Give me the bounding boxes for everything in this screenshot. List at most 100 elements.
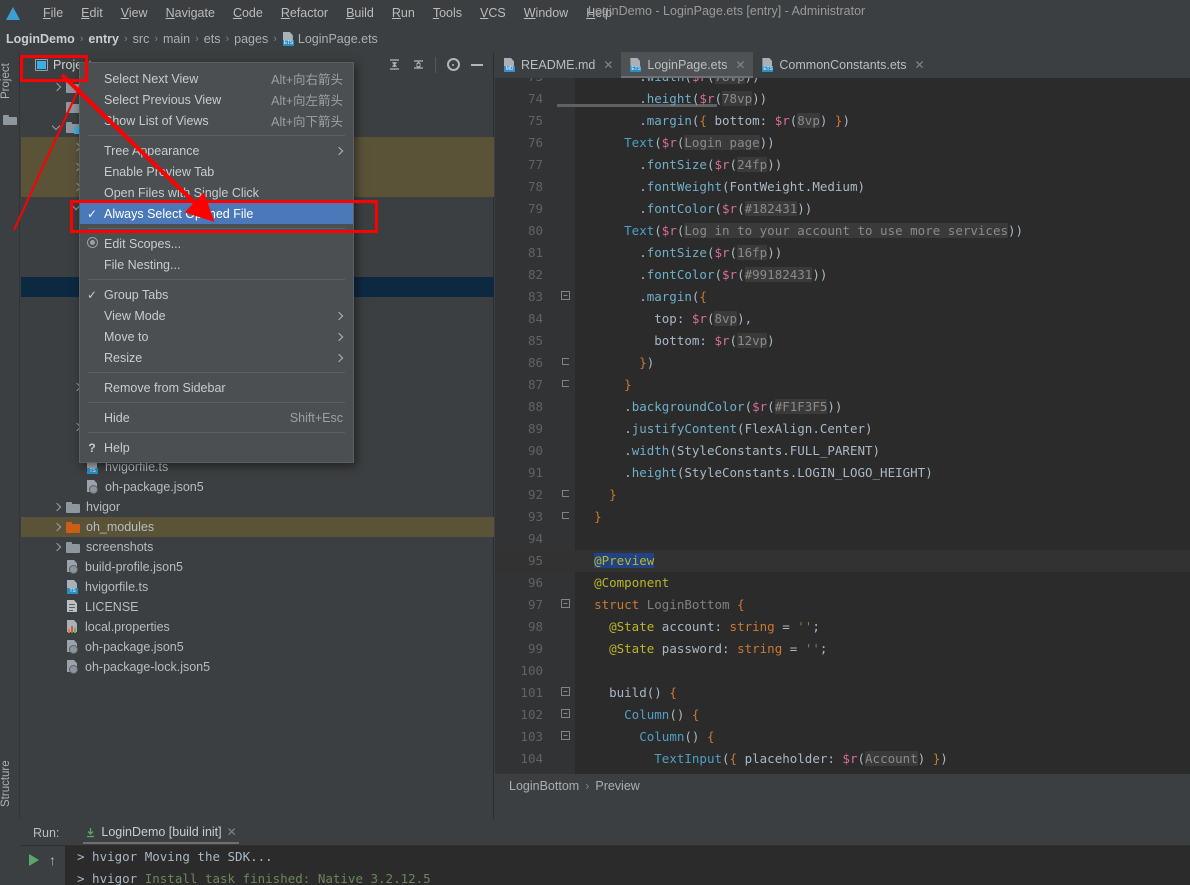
menu-item-open-files-with-single-click[interactable]: Open Files with Single Click	[80, 182, 353, 203]
tree-row[interactable]: LICENSE	[21, 597, 494, 617]
tree-row[interactable]: oh-package.json5	[21, 477, 494, 497]
code-line[interactable]: 78 .fontWeight(FontWeight.Medium)	[495, 176, 1190, 198]
editor-tab-commonconstants-ets[interactable]: ETS CommonConstants.ets ✕	[753, 52, 932, 78]
breadcrumb-item-src[interactable]: src	[133, 32, 150, 46]
code-line[interactable]: 96 @Component	[495, 572, 1190, 594]
code-line[interactable]: 97 struct LoginBottom {	[495, 594, 1190, 616]
menu-item-enable-preview-tab[interactable]: Enable Preview Tab	[80, 161, 353, 182]
project-options-context-menu[interactable]: Select Next View Alt+向右箭头 Select Previous …	[79, 62, 354, 463]
chevron-down-icon[interactable]	[51, 122, 62, 133]
menu-file[interactable]: File	[34, 4, 72, 22]
fold-collapse-icon[interactable]	[559, 726, 571, 748]
breadcrumb-item-ets[interactable]: ets	[204, 32, 221, 46]
menu-tools[interactable]: Tools	[424, 4, 471, 22]
editor-breadcrumb-loginbottom[interactable]: LoginBottom	[509, 779, 579, 793]
chevron-right-icon[interactable]	[51, 502, 62, 513]
menu-run[interactable]: Run	[383, 4, 424, 22]
menu-item-view-mode[interactable]: View Mode	[80, 305, 353, 326]
menu-item-select-previous-view[interactable]: Select Previous View Alt+向左箭头	[80, 89, 353, 110]
code-line[interactable]: 87 }	[495, 374, 1190, 396]
code-line[interactable]: 86 })	[495, 352, 1190, 374]
code-line[interactable]: 92 }	[495, 484, 1190, 506]
tree-row[interactable]: oh-package-lock.json5	[21, 657, 494, 677]
expand-all-icon[interactable]	[407, 54, 429, 76]
menu-item-help[interactable]: ? Help	[80, 437, 353, 458]
menu-window[interactable]: Window	[515, 4, 577, 22]
menu-item-group-tabs[interactable]: ✓ Group Tabs	[80, 284, 353, 305]
code-lines[interactable]: 73 .width($r(78vp))74 .height($r(78vp))7…	[495, 78, 1190, 774]
rerun-icon[interactable]	[29, 854, 39, 866]
code-line[interactable]: 89 .justifyContent(FlexAlign.Center)	[495, 418, 1190, 440]
code-line[interactable]: 88 .backgroundColor($r(#F1F3F5))	[495, 396, 1190, 418]
menu-item-edit-scopes[interactable]: Edit Scopes...	[80, 233, 353, 254]
code-line[interactable]: 91 .height(StyleConstants.LOGIN_LOGO_HEI…	[495, 462, 1190, 484]
fold-collapse-icon[interactable]	[559, 594, 571, 616]
breadcrumb[interactable]: LoginDemo › entry › src › main › ets › pages › ETS Lo…	[0, 26, 1190, 52]
code-line[interactable]: 101 build() {	[495, 682, 1190, 704]
tree-row[interactable]: hvigor	[21, 497, 494, 517]
menu-build[interactable]: Build	[337, 4, 383, 22]
fold-end-icon[interactable]	[559, 374, 571, 396]
code-line[interactable]: 73 .width($r(78vp))	[495, 78, 1190, 88]
code-line[interactable]: 93 }	[495, 506, 1190, 528]
fold-collapse-icon[interactable]	[559, 286, 571, 308]
run-configuration-tab[interactable]: LoginDemo [build init] ✕	[79, 822, 242, 844]
chevron-right-icon[interactable]	[51, 542, 62, 553]
menu-code[interactable]: Code	[224, 4, 272, 22]
breadcrumb-item-pages[interactable]: pages	[234, 32, 268, 46]
code-line[interactable]: 82 .fontColor($r(#99182431))	[495, 264, 1190, 286]
close-icon[interactable]: ✕	[735, 58, 745, 72]
menu-view[interactable]: View	[112, 4, 157, 22]
breadcrumb-item-entry[interactable]: entry	[88, 32, 119, 46]
fold-collapse-icon[interactable]	[559, 704, 571, 726]
gear-icon[interactable]	[442, 54, 464, 76]
scroll-up-icon[interactable]: ↑	[49, 852, 61, 868]
editor-tab-readme-md[interactable]: MD README.md ✕	[495, 52, 621, 78]
fold-end-icon[interactable]	[559, 506, 571, 528]
code-line[interactable]: 84 top: $r(8vp),	[495, 308, 1190, 330]
tree-row[interactable]: local.properties	[21, 617, 494, 637]
tree-row[interactable]: oh-package.json5	[21, 637, 494, 657]
tree-row[interactable]: build-profile.json5	[21, 557, 494, 577]
editor-tab-loginpage-ets[interactable]: ETS LoginPage.ets ✕	[621, 52, 754, 78]
tree-row[interactable]: TS hvigorfile.ts	[21, 577, 494, 597]
code-line[interactable]: 74 .height($r(78vp))	[495, 88, 1190, 110]
menu-bar[interactable]: File Edit View Navigate Code Refactor Build Run…	[34, 4, 621, 22]
close-icon[interactable]: ✕	[227, 825, 237, 839]
fold-collapse-icon[interactable]	[559, 682, 571, 704]
editor-tab-bar[interactable]: MD README.md ✕ ETS LoginPage.ets ✕ ETS CommonCo…	[495, 52, 1190, 78]
chevron-right-icon[interactable]	[51, 82, 62, 93]
menu-item-remove-from-sidebar[interactable]: Remove from Sidebar	[80, 377, 353, 398]
menu-item-file-nesting[interactable]: File Nesting...	[80, 254, 353, 275]
code-line[interactable]: 95 @Preview	[495, 550, 1190, 572]
code-line[interactable]: 98 @State account: string = '';	[495, 616, 1190, 638]
code-line[interactable]: 79 .fontColor($r(#182431))	[495, 198, 1190, 220]
editor-breadcrumb[interactable]: LoginBottom › Preview	[495, 774, 1190, 797]
code-line[interactable]: 94	[495, 528, 1190, 550]
code-line[interactable]: 103 Column() {	[495, 726, 1190, 748]
breadcrumb-item-loginpage-ets[interactable]: ETS LoginPage.ets	[282, 32, 378, 46]
sidebar-tab-project[interactable]: Project	[0, 54, 20, 108]
fold-end-icon[interactable]	[559, 484, 571, 506]
collapse-all-icon[interactable]	[383, 54, 405, 76]
menu-vcs[interactable]: VCS	[471, 4, 515, 22]
code-line[interactable]: 83 .margin({	[495, 286, 1190, 308]
code-line[interactable]: 90 .width(StyleConstants.FULL_PARENT)	[495, 440, 1190, 462]
tree-row[interactable]: oh_modules	[21, 517, 494, 537]
code-line[interactable]: 99 @State password: string = '';	[495, 638, 1190, 660]
breadcrumb-item-main[interactable]: main	[163, 32, 190, 46]
menu-item-hide[interactable]: Hide Shift+Esc	[80, 407, 353, 428]
code-line[interactable]: 81 .fontSize($r(16fp))	[495, 242, 1190, 264]
code-line[interactable]: 75 .margin({ bottom: $r(8vp) })	[495, 110, 1190, 132]
minimize-icon[interactable]	[466, 54, 488, 76]
menu-item-move-to[interactable]: Move to	[80, 326, 353, 347]
menu-item-tree-appearance[interactable]: Tree Appearance	[80, 140, 353, 161]
menu-item-always-select-opened-file[interactable]: ✓ Always Select Opened File	[80, 203, 353, 224]
menu-item-resize[interactable]: Resize	[80, 347, 353, 368]
menu-item-show-list-of-views[interactable]: Show List of Views Alt+向下箭头	[80, 110, 353, 131]
code-line[interactable]: 80 Text($r(Log in to your account to use…	[495, 220, 1190, 242]
code-line[interactable]: 77 .fontSize($r(24fp))	[495, 154, 1190, 176]
close-icon[interactable]: ✕	[603, 58, 613, 72]
code-line[interactable]: 102 Column() {	[495, 704, 1190, 726]
menu-navigate[interactable]: Navigate	[157, 4, 224, 22]
